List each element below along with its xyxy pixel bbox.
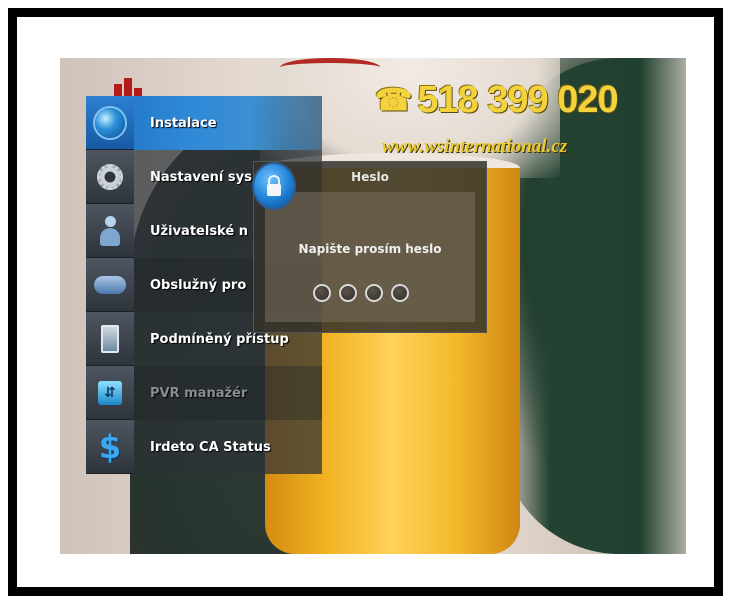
website-overlay: www.wsinternational.cz [382,136,568,157]
globe-icon [95,107,125,138]
menu-item-pvr-manazer: ⇵ PVR manažér [86,366,322,420]
menu-item-label: Instalace [150,115,217,131]
menu-item-irdeto-ca-status[interactable]: $ Irdeto CA Status [86,420,322,474]
menu-item-label: Irdeto CA Status [150,439,271,455]
user-icon [99,215,121,246]
gear-icon [97,163,123,190]
pin-slot-3[interactable] [365,284,383,302]
lock-icon [254,164,294,208]
gamepad-icon [94,275,126,294]
pin-slot-1[interactable] [313,284,331,302]
usb-icon: ⇵ [98,380,122,405]
pin-slot-4[interactable] [391,284,409,302]
menu-item-instalace[interactable]: Instalace [86,96,322,150]
menu-item-label: PVR manažér [150,385,248,401]
pin-slot-2[interactable] [339,284,357,302]
background-shape [280,58,380,77]
phone-overlay: ☎ 518 399 020 [375,78,635,121]
phone-icon: ☎ [375,83,412,117]
pin-input[interactable] [313,284,409,302]
dollar-icon: $ [98,427,122,466]
smartcard-icon [101,324,119,353]
dialog-message: Napište prosím heslo [298,242,442,256]
menu-item-label: Podmíněný přístup [150,331,289,347]
dialog-body: Napište prosím heslo [265,192,475,322]
phone-number: 518 399 020 [417,78,618,121]
